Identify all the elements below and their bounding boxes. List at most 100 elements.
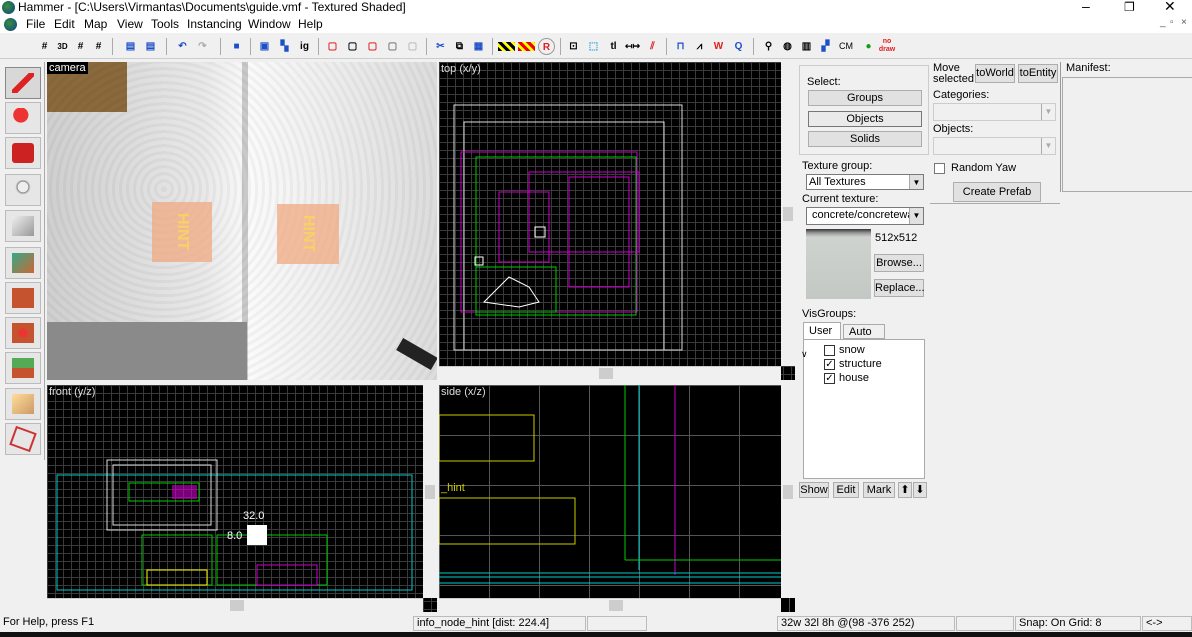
vertical-scrollbar[interactable] xyxy=(781,62,795,366)
menu-instancing[interactable]: Instancing xyxy=(187,17,242,31)
visgroup-item-structure[interactable]: ✓structure xyxy=(824,358,882,370)
texture-group-select[interactable]: All Textures▼ xyxy=(806,174,924,190)
select-objects-button[interactable]: Objects xyxy=(808,111,922,127)
menu-view[interactable]: View xyxy=(117,17,143,31)
menu-help[interactable]: Help xyxy=(298,17,323,31)
horizontal-scrollbar[interactable] xyxy=(439,598,781,612)
toolbrush-icon[interactable] xyxy=(498,42,515,51)
visgroup-item-house[interactable]: ✓house xyxy=(824,372,869,384)
menu-window[interactable]: Window xyxy=(248,17,291,31)
top-viewport[interactable]: top (x/y) xyxy=(439,62,795,380)
to-world-button[interactable]: toWorld xyxy=(975,64,1015,83)
display-connections-icon[interactable]: Q xyxy=(730,38,747,55)
checkbox-checked[interactable]: ✓ xyxy=(824,373,835,384)
visgroup-disabled-icon[interactable]: ▢ xyxy=(404,38,421,55)
display-entity-names-icon[interactable]: W xyxy=(710,38,727,55)
grid-larger-icon[interactable]: # xyxy=(90,38,107,55)
browse-button[interactable]: Browse... xyxy=(874,254,924,272)
ignore-grouping-icon[interactable]: ig xyxy=(296,38,313,55)
cubemap-icon[interactable]: CM xyxy=(836,38,856,55)
tab-user[interactable]: User xyxy=(803,322,841,339)
select-solids-button[interactable]: Solids xyxy=(808,131,922,147)
display-helpers-icon[interactable]: ⩘ xyxy=(691,38,708,55)
visgroup-edit-button[interactable]: Edit xyxy=(833,482,859,498)
apply-texture-tool[interactable] xyxy=(5,282,41,314)
replace-button[interactable]: Replace... xyxy=(874,279,924,297)
camera-viewport[interactable]: HINT HINT camera xyxy=(47,62,437,380)
copy-icon[interactable]: ⧉ xyxy=(451,38,468,55)
select-box-icon[interactable]: ⊡ xyxy=(565,38,582,55)
save-window-state-icon[interactable]: ▤ xyxy=(142,38,159,55)
load-window-state-icon[interactable]: ▤ xyxy=(122,38,139,55)
select-box-cursor-icon[interactable]: ⬚ xyxy=(585,38,602,55)
menu-file[interactable]: File xyxy=(26,17,45,31)
radius-culling-icon[interactable]: R xyxy=(538,38,555,55)
cordon-icon[interactable]: ▞ xyxy=(817,38,834,55)
redo-icon[interactable]: ↷ xyxy=(194,38,211,55)
menu-map[interactable]: Map xyxy=(84,17,107,31)
horizontal-scrollbar[interactable] xyxy=(439,366,781,380)
create-prefab-button[interactable]: Create Prefab xyxy=(953,182,1041,202)
camera-tool[interactable] xyxy=(5,137,41,169)
block-tool[interactable] xyxy=(5,210,41,242)
selection-tool[interactable] xyxy=(5,67,41,99)
hide-selected-icon[interactable]: ▢ xyxy=(324,38,341,55)
scale-lock-icon[interactable]: ↤↦ xyxy=(624,38,641,55)
grid-smaller-icon[interactable]: # xyxy=(72,38,89,55)
menu-tools[interactable]: Tools xyxy=(151,17,179,31)
viewport-label[interactable]: top (x/y) xyxy=(441,63,481,75)
group-icon[interactable]: ▣ xyxy=(256,38,273,55)
visgroup-item-snow[interactable]: snow xyxy=(824,344,865,356)
close-button[interactable]: ✕ xyxy=(1164,0,1176,15)
texture-application-tool[interactable] xyxy=(5,247,41,279)
undo-icon[interactable]: ↶ xyxy=(174,38,191,55)
checkbox-checked[interactable]: ✓ xyxy=(824,359,835,370)
run-map-icon[interactable]: ● xyxy=(860,38,877,55)
paste-icon[interactable]: ▦ xyxy=(470,38,487,55)
collapse-arrow-icon[interactable]: ∨ xyxy=(801,349,808,360)
move-up-button[interactable]: ⬆ xyxy=(898,482,912,498)
document-icon[interactable] xyxy=(4,18,17,31)
checkbox-unchecked[interactable] xyxy=(824,345,835,356)
hint-brush-icon[interactable] xyxy=(518,42,535,51)
objects-select[interactable]: ▼ xyxy=(933,137,1056,155)
display-models-icon[interactable]: ⊓ xyxy=(672,38,689,55)
flip-icon[interactable]: ⫽ xyxy=(644,38,661,55)
minimize-button[interactable]: – xyxy=(1082,0,1090,14)
viewport-label[interactable]: side (x/z) xyxy=(441,386,486,398)
vertex-tool[interactable] xyxy=(5,423,41,455)
visgroup-mark-button[interactable]: Mark xyxy=(863,482,895,498)
overlay-tool[interactable] xyxy=(5,352,41,384)
texture-preview[interactable] xyxy=(806,229,871,299)
tab-auto[interactable]: Auto xyxy=(843,324,885,339)
to-entity-button[interactable]: toEntity xyxy=(1018,64,1058,83)
cut-icon[interactable]: ✂ xyxy=(432,38,449,55)
show-all-icon[interactable]: ▢ xyxy=(364,38,381,55)
snap-icon[interactable]: ⚲ xyxy=(760,38,777,55)
hide-unselected-icon[interactable]: ▢ xyxy=(344,38,361,55)
grid-toggle-icon[interactable]: # xyxy=(36,38,53,55)
globe-icon[interactable]: ◍ xyxy=(779,38,796,55)
menu-edit[interactable]: Edit xyxy=(54,17,75,31)
vertical-scrollbar[interactable] xyxy=(781,385,795,598)
clipping-tool[interactable] xyxy=(5,388,41,420)
random-yaw-checkbox[interactable]: Random Yaw xyxy=(934,162,1016,174)
manifest-list[interactable] xyxy=(1062,77,1192,192)
ungroup-icon[interactable]: ▚ xyxy=(276,38,293,55)
mdi-close-button[interactable]: × xyxy=(1181,17,1187,28)
visgroup-show-button[interactable]: Show xyxy=(799,482,829,498)
entity-tool[interactable] xyxy=(5,174,41,206)
viewport-label[interactable]: front (y/z) xyxy=(49,386,95,398)
magnify-tool[interactable] xyxy=(5,102,41,134)
texture-lock-icon[interactable]: tl xyxy=(605,38,622,55)
select-groups-button[interactable]: Groups xyxy=(808,90,922,106)
carve-icon[interactable]: ■ xyxy=(228,38,245,55)
side-viewport[interactable]: side (x/z) _hint xyxy=(439,385,795,612)
viewport-label[interactable]: camera xyxy=(47,62,88,74)
wireframe-icon[interactable]: ▥ xyxy=(798,38,815,55)
decal-tool[interactable] xyxy=(5,317,41,349)
move-down-button[interactable]: ⬇ xyxy=(913,482,927,498)
horizontal-scrollbar[interactable] xyxy=(47,598,423,612)
mdi-restore-button[interactable]: ▫ xyxy=(1170,17,1174,28)
current-texture-select[interactable]: concrete/concretewall0▼ xyxy=(806,207,924,225)
